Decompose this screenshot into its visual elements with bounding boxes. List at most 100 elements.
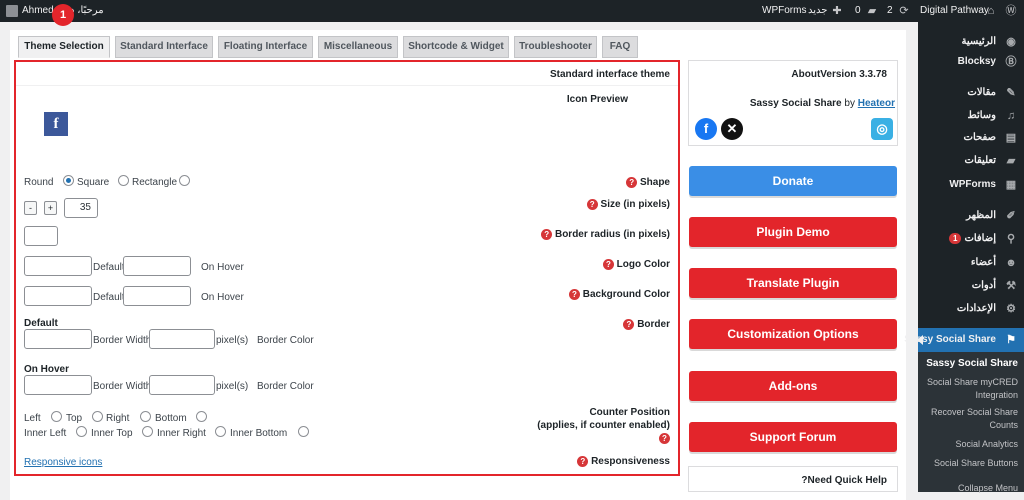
help-icon[interactable]: ? — [586, 199, 598, 210]
sidebar-item-blocksy[interactable]: Blocksy Ⓑ — [918, 50, 1024, 74]
addons-button[interactable]: Add-ons — [689, 371, 897, 401]
share-icon: ⚑ — [1006, 334, 1016, 346]
x-icon[interactable]: ✕ — [721, 118, 743, 140]
counter-top-radio[interactable] — [92, 411, 103, 422]
submenu-mycred-integration[interactable]: Social Share myCRED Integration — [922, 376, 1018, 402]
responsiveness-label: ? Responsiveness — [573, 456, 670, 467]
comments-count[interactable]: 0 — [855, 5, 861, 16]
plus-icon[interactable]: ✚ — [830, 4, 844, 18]
border-hover-width-input[interactable] — [24, 375, 92, 395]
counter-inner-left-radio[interactable] — [76, 426, 87, 437]
background-color-default-label: Default — [93, 292, 125, 303]
plugin-demo-button[interactable]: Plugin Demo — [689, 217, 897, 247]
home-icon[interactable]: ⌂ — [984, 4, 998, 18]
counter-bottom-radio[interactable] — [196, 411, 207, 422]
logo-color-hover-label: On Hover — [201, 262, 244, 273]
user-avatar[interactable] — [6, 5, 18, 17]
help-icon[interactable]: ? — [577, 456, 589, 467]
border-default-heading: Default — [24, 318, 58, 329]
counter-help-icon: ? — [655, 433, 670, 444]
admin-bar: Ahmed مرحبًا، د WPForms جديد ✚ 0 ▰ 2 ⟳ D… — [0, 0, 1024, 22]
instagram-icon[interactable]: ◎ — [871, 118, 893, 140]
submenu-social-analytics[interactable]: Social Analytics — [922, 438, 1018, 451]
help-icon[interactable]: ? — [568, 289, 580, 300]
help-icon[interactable]: ? — [541, 229, 553, 240]
submenu-recover-counts[interactable]: Recover Social Share Counts — [922, 406, 1018, 432]
translate-plugin-button[interactable]: Translate Plugin — [689, 268, 897, 298]
tab-troubleshooter[interactable]: Troubleshooter — [514, 36, 597, 58]
submenu-social-share-buttons[interactable]: Social Share Buttons — [922, 457, 1018, 470]
tab-standard-interface[interactable]: Standard Interface — [115, 36, 213, 58]
size-decrease-button[interactable]: - — [24, 201, 37, 215]
border-radius-input[interactable] — [24, 226, 58, 246]
sidebar-item-settings[interactable]: الإعدادات ⚙ — [918, 297, 1024, 321]
border-hover-pixel-input[interactable] — [149, 375, 215, 395]
counter-right-radio[interactable] — [140, 411, 151, 422]
sidebar-item-plugins[interactable]: 1 إضافات ⚲ — [918, 227, 1024, 251]
counter-left-radio[interactable] — [51, 411, 62, 422]
collapse-menu[interactable]: Collapse Menu — [922, 482, 1018, 495]
donate-button[interactable]: Donate — [689, 166, 897, 196]
quick-help-title: ?Need Quick Help — [801, 475, 887, 486]
tab-faq[interactable]: FAQ — [602, 36, 638, 58]
tab-floating-interface[interactable]: Floating Interface — [218, 36, 313, 58]
sidebar-item-users[interactable]: أعضاء ☻ — [918, 251, 1024, 275]
help-icon[interactable]: ? — [602, 259, 614, 270]
sidebar-item-media[interactable]: وسائط ♫ — [918, 104, 1024, 128]
sidebar-item-pages[interactable]: صفحات ▤ — [918, 126, 1024, 150]
help-icon[interactable]: ? — [659, 433, 670, 444]
updates-icon[interactable]: ⟳ — [897, 4, 911, 18]
shape-square-radio[interactable] — [63, 175, 74, 186]
comments-icon: ▰ — [1006, 155, 1016, 167]
tab-theme-selection[interactable]: Theme Selection — [18, 36, 110, 58]
admin-user-name[interactable]: Ahmed — [22, 5, 54, 16]
background-color-hover-input[interactable] — [123, 286, 191, 306]
tab-miscellaneous[interactable]: Miscellaneous — [318, 36, 398, 58]
border-default-width-input[interactable] — [24, 329, 92, 349]
responsive-icons-link[interactable]: Responsive icons — [24, 457, 102, 468]
facebook-preview-icon: f — [44, 112, 68, 136]
comment-icon[interactable]: ▰ — [865, 4, 879, 18]
counter-inner-top-label: Inner Top — [91, 428, 133, 439]
customization-options-button[interactable]: Customization Options — [689, 319, 897, 349]
help-icon[interactable]: ? — [623, 319, 635, 330]
sidebar-item-appearance[interactable]: المظهر ✐ — [918, 204, 1024, 228]
counter-top-label: Top — [66, 413, 83, 424]
new-content-label[interactable]: جديد — [808, 5, 827, 16]
counter-inner-top-radio[interactable] — [142, 426, 153, 437]
icon-preview-label: Icon Preview — [566, 94, 628, 105]
updates-count[interactable]: 2 — [887, 5, 893, 16]
wpforms-menu[interactable]: WPForms — [762, 5, 806, 16]
size-increase-button[interactable]: + — [44, 201, 57, 215]
admin-greeting[interactable]: مرحبًا، د — [70, 5, 104, 16]
sidebar-item-tools[interactable]: أدوات ⚒ — [918, 274, 1024, 298]
counter-position-label: Counter Position — [589, 407, 670, 418]
about-product-line: Sassy Social Share by Heateor — [749, 98, 895, 109]
counter-inner-bottom-radio[interactable] — [298, 426, 309, 437]
tab-shortcode-widget[interactable]: Shortcode & Widget — [403, 36, 509, 58]
site-name[interactable]: Digital Pathway — [920, 5, 989, 16]
border-default-pixel-input[interactable] — [149, 329, 215, 349]
facebook-icon[interactable]: f — [695, 118, 717, 140]
sidebar-item-sassy-social-share[interactable]: Sassy Social Share ⚑ — [904, 328, 1024, 352]
border-hover-heading: On Hover — [24, 364, 70, 375]
counter-inner-right-label: Inner Right — [157, 428, 206, 439]
shape-rectangle-radio[interactable] — [118, 175, 129, 186]
size-input[interactable]: 35 — [64, 198, 98, 218]
logo-color-label: ? Logo Color — [599, 259, 670, 270]
support-forum-button[interactable]: Support Forum — [689, 422, 897, 452]
sidebar-item-comments[interactable]: تعليقات ▰ — [918, 149, 1024, 173]
logo-color-hover-input[interactable] — [123, 256, 191, 276]
logo-color-default-input[interactable] — [24, 256, 92, 276]
counter-left-label: Left — [24, 413, 41, 424]
shape-extra-radio[interactable] — [179, 175, 190, 186]
sidebar-item-wpforms[interactable]: WPForms ▦ — [918, 173, 1024, 197]
background-color-default-input[interactable] — [24, 286, 92, 306]
wordpress-icon[interactable]: Ⓦ — [1004, 4, 1018, 18]
tools-icon: ⚒ — [1006, 280, 1016, 292]
sidebar-item-posts[interactable]: مقالات ✎ — [918, 81, 1024, 105]
counter-inner-right-radio[interactable] — [215, 426, 226, 437]
submenu-sassy-social-share[interactable]: Sassy Social Share — [922, 357, 1018, 370]
author-link[interactable]: Heateor — [858, 98, 895, 109]
help-icon[interactable]: ? — [626, 177, 638, 188]
